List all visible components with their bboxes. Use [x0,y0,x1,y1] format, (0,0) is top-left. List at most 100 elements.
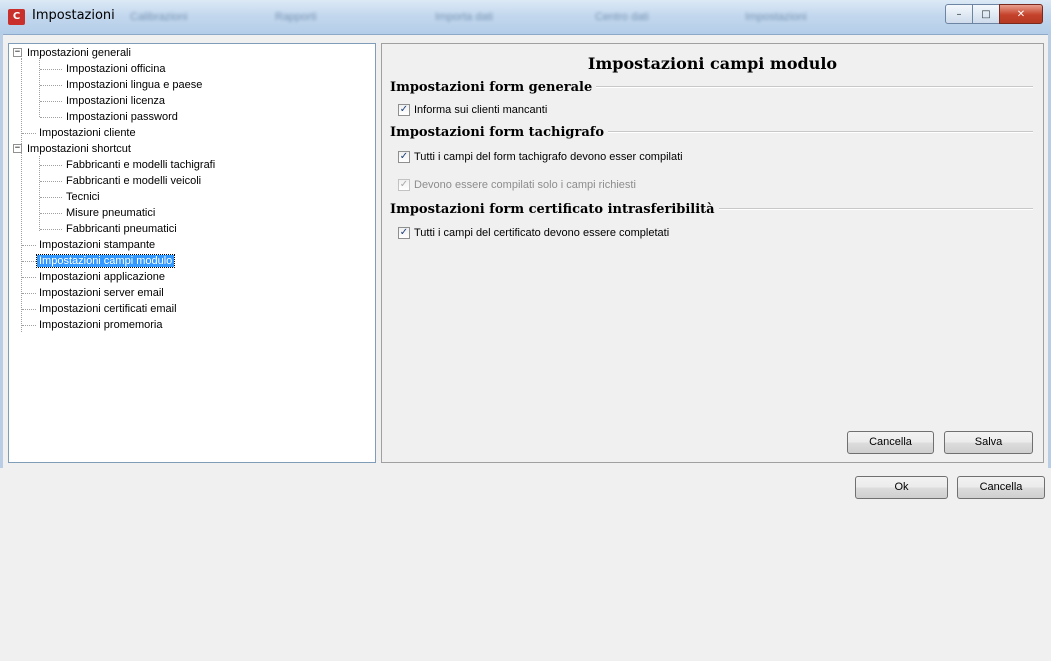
option-informa-clienti-mancanti[interactable]: ✓ Informa sui clienti mancanti [398,102,547,118]
tree-connector [40,101,62,102]
tree-connector [22,245,36,246]
tree-item-tecnici[interactable]: Tecnici [64,189,102,205]
tree-connector [40,165,62,166]
tree-connector [22,277,36,278]
tree-item-fabbricanti-modelli-veicoli[interactable]: Fabbricanti e modelli veicoli [64,173,203,189]
tree-connector [40,197,62,198]
tree-item-label: Impostazioni shortcut [27,143,131,155]
window-controls: – □ ✕ [945,4,1043,24]
ok-button[interactable]: Ok [855,476,948,499]
section-heading-form-generale: Impostazioni form generale [390,79,1033,95]
cancel-button[interactable]: Cancella [957,476,1045,499]
tree-connector [39,58,40,117]
section-heading-text: Impostazioni form generale [390,79,593,95]
checkbox-checked-disabled-icon: ✓ [398,179,410,191]
tree-item-label: Impostazioni officina [66,63,166,75]
tree-connector [22,309,36,310]
tree-connector [40,213,62,214]
tree-item-impostazioni-stampante[interactable]: Impostazioni stampante [37,237,157,253]
tree-item-label: Tecnici [66,191,100,203]
tree-item-label: Impostazioni stampante [39,239,156,251]
tree-item-label: Impostazioni cliente [39,127,136,139]
option-label: Tutti i campi del form tachigrafo devono… [414,151,683,163]
tree-connector [40,69,62,70]
section-heading-form-tachigrafo: Impostazioni form tachigrafo [390,124,1033,140]
tree-item-impostazioni-server-email[interactable]: Impostazioni server email [37,285,166,301]
panel-title: Impostazioni campi modulo [587,54,838,73]
option-label: Devono essere compilati solo i campi ric… [414,179,636,191]
tree-item-label: Fabbricanti pneumatici [66,223,177,235]
checkbox-checked-icon[interactable]: ✓ [398,151,410,163]
window-title: Impostazioni [32,8,115,23]
background-tab: Centro dati [595,11,649,23]
background-tab: Rapporti [275,11,317,23]
tree-item-fabbricanti-pneumatici[interactable]: Fabbricanti pneumatici [64,221,179,237]
tree-item-label: Impostazioni campi modulo [35,254,176,268]
checkbox-checked-icon[interactable]: ✓ [398,104,410,116]
tree-item-impostazioni-certificati-email[interactable]: Impostazioni certificati email [37,301,179,317]
option-label: Tutti i campi del certificato devono ess… [414,227,670,239]
tree-item-label: Impostazioni lingua e paese [66,79,203,91]
tree-item-impostazioni-lingua-e-paese[interactable]: Impostazioni lingua e paese [64,77,204,93]
tree-connector [22,325,36,326]
tree-item-label: Impostazioni server email [39,287,164,299]
collapse-icon[interactable]: − [13,48,22,57]
tree-connector [40,229,62,230]
tree-item-impostazioni-generali[interactable]: − Impostazioni generali [13,45,133,61]
tree-item-label: Impostazioni promemoria [39,319,163,331]
section-divider [718,208,1033,210]
option-solo-campi-richiesti: ✓ Devono essere compilati solo i campi r… [398,177,636,193]
section-heading-text: Impostazioni form certificato intrasferi… [390,201,715,217]
settings-tree[interactable]: − Impostazioni generali Impostazioni off… [8,43,376,463]
close-icon: ✕ [1016,8,1026,20]
tree-item-label: Impostazioni applicazione [39,271,165,283]
tree-item-fabbricanti-modelli-tachigrafi[interactable]: Fabbricanti e modelli tachigrafi [64,157,217,173]
maximize-icon: □ [981,8,991,20]
tree-item-impostazioni-promemoria[interactable]: Impostazioni promemoria [37,317,165,333]
tree-item-impostazioni-licenza[interactable]: Impostazioni licenza [64,93,167,109]
tree-connector [21,58,22,332]
close-button[interactable]: ✕ [999,4,1043,24]
tree-item-impostazioni-cliente[interactable]: Impostazioni cliente [37,125,138,141]
tree-item-impostazioni-applicazione[interactable]: Impostazioni applicazione [37,269,167,285]
tree-connector [40,85,62,86]
tree-connector [39,156,40,231]
tree-item-label: Misure pneumatici [66,207,156,219]
section-heading-certificato-intrasferibilita: Impostazioni form certificato intrasferi… [390,201,1033,217]
section-divider [596,86,1033,88]
minimize-icon: – [956,8,962,20]
tree-item-label: Impostazioni certificati email [39,303,177,315]
panel-cancel-button[interactable]: Cancella [847,431,934,454]
section-heading-text: Impostazioni form tachigrafo [390,124,605,140]
option-tutti-campi-certificato[interactable]: ✓ Tutti i campi del certificato devono e… [398,225,669,241]
tree-item-impostazioni-shortcut[interactable]: − Impostazioni shortcut [13,141,133,157]
tree-connector [22,293,36,294]
background-tab: Impostazioni [745,11,807,23]
option-tutti-campi-tachigrafo[interactable]: ✓ Tutti i campi del form tachigrafo devo… [398,149,683,165]
tree-item-label: Fabbricanti e modelli veicoli [66,175,202,187]
tree-connector [40,117,62,118]
tree-item-impostazioni-campi-modulo[interactable]: Impostazioni campi modulo [35,253,176,269]
collapse-icon[interactable]: − [13,144,22,153]
checkbox-checked-icon[interactable]: ✓ [398,227,410,239]
background-tab: Calibrazioni [130,11,188,23]
tree-item-label: Impostazioni licenza [66,95,166,107]
tree-item-label: Fabbricanti e modelli tachigrafi [66,159,216,171]
option-label: Informa sui clienti mancanti [414,104,548,116]
settings-panel: Impostazioni campi modulo Impostazioni f… [381,43,1044,463]
tree-item-label: Impostazioni generali [27,47,131,59]
tree-item-impostazioni-officina[interactable]: Impostazioni officina [64,61,167,77]
background-tab: Importa dati [435,11,494,23]
tree-item-misure-pneumatici[interactable]: Misure pneumatici [64,205,157,221]
tree-connector [40,181,62,182]
tree-item-label: Impostazioni password [66,111,178,123]
tree-item-impostazioni-password[interactable]: Impostazioni password [64,109,180,125]
app-logo-icon: C [8,9,25,25]
panel-save-button[interactable]: Salva [944,431,1033,454]
window-title-bar[interactable]: C Impostazioni Calibrazioni Rapporti Imp… [0,0,1051,35]
tree-connector [22,261,36,262]
section-divider [608,131,1033,133]
tree-connector [22,133,36,134]
maximize-button[interactable]: □ [972,4,1000,24]
minimize-button[interactable]: – [945,4,973,24]
